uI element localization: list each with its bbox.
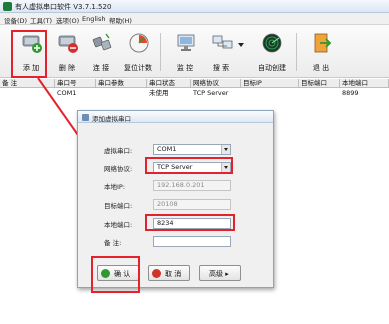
- search-device-icon: [212, 35, 233, 49]
- remove-label: 删 除: [58, 64, 76, 72]
- menu-bar: 设备(D) 工具(T) 选项(O) English 帮助(H): [0, 13, 389, 25]
- cell-remark: [0, 89, 2, 98]
- virtual-port-value: COM1: [157, 145, 177, 153]
- local-port-label: 本地端口:: [104, 221, 133, 229]
- radar-icon: [262, 33, 282, 53]
- protocol-highlight: [145, 157, 233, 174]
- cancel-label: 取 消: [165, 270, 182, 278]
- auto-create-label: 自动创建: [258, 64, 286, 72]
- toolbar-separator: [296, 33, 297, 71]
- dialog-title-bar: 添加虚拟串口: [78, 111, 273, 123]
- reset-count-button[interactable]: 复位计数: [123, 30, 153, 74]
- menu-device[interactable]: 设备(D): [4, 15, 27, 25]
- toolbar-separator: [160, 33, 161, 71]
- remark-label: 备 注:: [104, 239, 122, 247]
- dialog-icon: [82, 114, 89, 121]
- cell-local-port: 8899: [342, 89, 359, 97]
- column-header[interactable]: 网络协议: [191, 79, 241, 88]
- cell-port: COM1: [57, 89, 77, 97]
- remove-button[interactable]: 删 除: [52, 30, 82, 74]
- chevron-down-icon[interactable]: [221, 145, 230, 154]
- search-button[interactable]: 搜 索: [206, 30, 244, 74]
- exit-button[interactable]: 退 出: [306, 30, 336, 74]
- cell-target-port: [299, 89, 301, 98]
- advanced-button[interactable]: 高级 ▸: [199, 265, 241, 281]
- column-header[interactable]: 备 注: [0, 79, 55, 88]
- connect-label: 连 接: [92, 64, 110, 72]
- local-ip-label: 本地IP:: [104, 183, 126, 191]
- chevron-down-icon[interactable]: [238, 43, 244, 47]
- title-bar: 有人虚拟串口软件 V3.7.1.520: [0, 0, 389, 13]
- auto-create-button[interactable]: 自动创建: [254, 30, 290, 74]
- connect-button[interactable]: 连 接: [86, 30, 116, 74]
- gauge-icon: [129, 33, 149, 53]
- column-header[interactable]: 串口状态: [147, 79, 191, 88]
- app-icon: [3, 2, 12, 11]
- connect-icon: [92, 33, 112, 51]
- cancel-button[interactable]: 取 消: [148, 265, 190, 281]
- exit-icon: [314, 33, 332, 53]
- reset-count-label: 复位计数: [124, 64, 152, 72]
- protocol-label: 网络协议:: [104, 165, 133, 173]
- menu-help[interactable]: 帮助(H): [109, 15, 132, 25]
- search-label: 搜 索: [212, 64, 230, 72]
- column-header[interactable]: 本地端口: [340, 79, 389, 88]
- window-title: 有人虚拟串口软件 V3.7.1.520: [15, 3, 112, 11]
- remark-field[interactable]: [153, 236, 231, 247]
- cell-protocol: TCP Server: [193, 89, 229, 97]
- target-port-field: 20108: [153, 199, 231, 210]
- toolbar: 添 加 删 除 连 接 复位计数 监 控 搜 索 自动创建 退 出: [0, 25, 389, 78]
- table-header: 备 注 串口号 串口参数 串口状态 网络协议 目标IP 目标端口 本地端口: [0, 79, 389, 88]
- cell-status: 未使用: [149, 89, 169, 97]
- monitor-icon: [177, 34, 195, 51]
- table-row[interactable]: COM1 未使用 TCP Server 8899: [0, 89, 389, 98]
- column-header[interactable]: 目标端口: [299, 79, 340, 88]
- monitor-label: 监 控: [176, 64, 194, 72]
- column-header[interactable]: 串口号: [55, 79, 96, 88]
- local-port-highlight: [145, 214, 235, 231]
- local-ip-field: 192.168.0.201: [153, 180, 231, 191]
- advanced-label: 高级 ▸: [209, 270, 229, 278]
- dialog-title: 添加虚拟串口: [92, 115, 131, 123]
- target-port-label: 目标端口:: [104, 202, 133, 210]
- menu-english[interactable]: English: [82, 15, 105, 23]
- remove-port-icon: [58, 35, 78, 53]
- column-header[interactable]: 目标IP: [241, 79, 299, 88]
- monitor-button[interactable]: 监 控: [170, 30, 200, 74]
- menu-tools[interactable]: 工具(T): [30, 15, 52, 25]
- exit-label: 退 出: [312, 64, 330, 72]
- close-icon: [152, 269, 161, 278]
- cell-target-ip: [241, 89, 243, 98]
- virtual-port-select[interactable]: COM1: [153, 144, 231, 155]
- column-header[interactable]: 串口参数: [96, 79, 147, 88]
- confirm-highlight: [91, 256, 140, 293]
- virtual-port-label: 虚拟串口:: [104, 147, 133, 155]
- add-button-highlight: [11, 30, 47, 78]
- menu-options[interactable]: 选项(O): [56, 15, 79, 25]
- cell-params: [96, 89, 98, 98]
